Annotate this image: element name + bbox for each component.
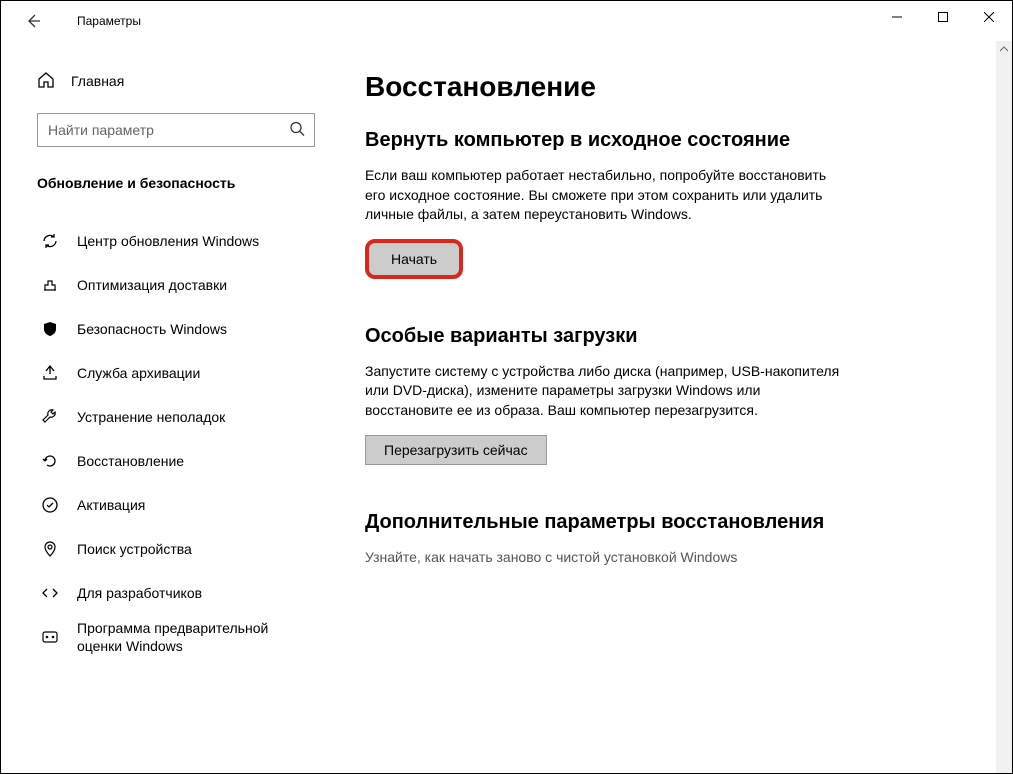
restart-now-button[interactable]: Перезагрузить сейчас <box>365 435 547 465</box>
minimize-button[interactable] <box>874 1 920 33</box>
close-icon <box>984 12 994 22</box>
shield-icon <box>41 320 59 338</box>
more-recovery-section: Дополнительные параметры восстановления … <box>365 511 972 568</box>
home-icon <box>37 71 55 92</box>
sidebar-item-windows-security[interactable]: Безопасность Windows <box>37 307 321 351</box>
sidebar-item-delivery-optimization[interactable]: Оптимизация доставки <box>37 263 321 307</box>
sidebar-item-label: Поиск устройства <box>77 540 192 558</box>
reset-pc-section: Вернуть компьютер в исходное состояние Е… <box>365 129 972 279</box>
close-button[interactable] <box>966 1 1012 33</box>
sidebar-item-label: Активация <box>77 496 145 514</box>
sidebar-item-label: Безопасность Windows <box>77 320 227 338</box>
sidebar-item-label: Служба архивации <box>77 364 200 382</box>
more-heading: Дополнительные параметры восстановления <box>365 511 972 534</box>
sidebar-item-developers[interactable]: Для разработчиков <box>37 571 321 615</box>
advanced-startup-body: Запустите систему с устройства либо диск… <box>365 362 845 421</box>
sidebar-item-insider[interactable]: Программа предварительной оценки Windows <box>37 615 321 659</box>
insider-icon <box>41 628 59 646</box>
reset-start-button[interactable]: Начать <box>365 239 463 279</box>
sidebar-item-label: Центр обновления Windows <box>77 232 259 250</box>
more-body[interactable]: Узнайте, как начать заново с чистой уста… <box>365 548 845 568</box>
back-arrow-icon <box>25 13 41 29</box>
reset-body: Если ваш компьютер работает нестабильно,… <box>365 166 845 225</box>
sidebar-item-label: Программа предварительной оценки Windows <box>77 619 307 655</box>
back-button[interactable] <box>13 1 53 41</box>
page-title: Восстановление <box>365 71 972 103</box>
delivery-icon <box>41 276 59 294</box>
sidebar-item-label: Устранение неполадок <box>77 408 225 426</box>
sync-icon <box>41 232 59 250</box>
home-label: Главная <box>71 73 124 89</box>
sidebar-item-label: Восстановление <box>77 452 184 470</box>
sidebar-item-label: Для разработчиков <box>77 584 202 602</box>
sidebar-item-recovery[interactable]: Восстановление <box>37 439 321 483</box>
sidebar-item-find-device[interactable]: Поиск устройства <box>37 527 321 571</box>
wrench-icon <box>41 408 59 426</box>
sidebar-item-activation[interactable]: Активация <box>37 483 321 527</box>
check-circle-icon <box>41 496 59 514</box>
scroll-up-icon <box>996 41 1012 57</box>
backup-icon <box>41 364 59 382</box>
advanced-startup-section: Особые варианты загрузки Запустите систе… <box>365 325 972 465</box>
sidebar-item-windows-update[interactable]: Центр обновления Windows <box>37 219 321 263</box>
window-title: Параметры <box>77 14 141 28</box>
location-icon <box>41 540 59 558</box>
sidebar-item-label: Оптимизация доставки <box>77 276 227 294</box>
minimize-icon <box>892 12 902 22</box>
code-icon <box>41 584 59 602</box>
sidebar-item-troubleshoot[interactable]: Устранение неполадок <box>37 395 321 439</box>
vertical-scrollbar[interactable] <box>996 41 1012 773</box>
reset-heading: Вернуть компьютер в исходное состояние <box>365 129 972 152</box>
recovery-icon <box>41 452 59 470</box>
maximize-button[interactable] <box>920 1 966 33</box>
search-input[interactable] <box>37 113 315 147</box>
sidebar-item-backup[interactable]: Служба архивации <box>37 351 321 395</box>
maximize-icon <box>938 12 948 22</box>
home-link[interactable]: Главная <box>37 61 321 101</box>
sidebar-section-title: Обновление и безопасность <box>37 175 321 191</box>
advanced-startup-heading: Особые варианты загрузки <box>365 325 972 348</box>
